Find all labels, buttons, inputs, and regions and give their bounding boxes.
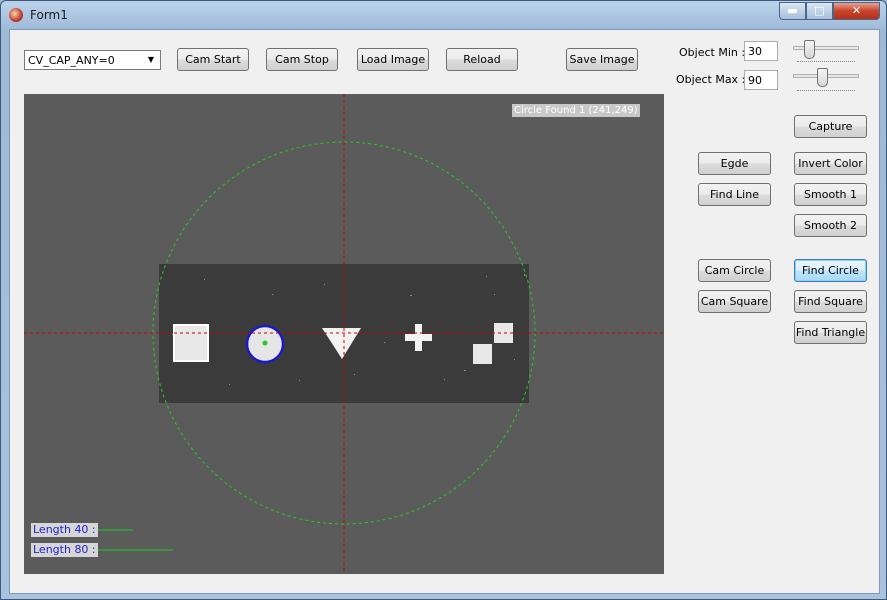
find-triangle-button[interactable]: Find Triangle: [794, 321, 867, 344]
image-view[interactable]: Circle Found 1 (241,249) Length 40 : Len…: [24, 94, 664, 574]
circle-found-status: Circle Found 1 (241,249): [512, 104, 640, 117]
cam-start-button[interactable]: Cam Start: [177, 48, 249, 71]
object-max-slider-thumb[interactable]: [817, 68, 828, 87]
capture-button[interactable]: Capture: [794, 115, 867, 138]
find-square-button[interactable]: Find Square: [794, 290, 867, 313]
length40-label: Length 40 :: [31, 523, 98, 537]
smooth1-button[interactable]: Smooth 1: [794, 183, 867, 206]
object-min-slider-track[interactable]: [793, 46, 859, 50]
minimize-button[interactable]: ▬: [779, 2, 806, 20]
image-canvas: [24, 94, 664, 574]
find-line-button[interactable]: Find Line: [698, 183, 771, 206]
object-min-label: Object Min :: [679, 46, 746, 59]
small-square-bottom: [473, 344, 492, 364]
maximize-icon: □: [814, 4, 825, 17]
object-min-input[interactable]: 30: [744, 41, 778, 61]
smooth2-button[interactable]: Smooth 2: [794, 214, 867, 237]
edge-button[interactable]: Egde: [698, 152, 771, 175]
load-image-button[interactable]: Load Image: [357, 48, 429, 71]
object-max-input[interactable]: 90: [744, 70, 778, 90]
window-title: Form1: [30, 8, 68, 22]
cam-square-button[interactable]: Cam Square: [698, 290, 771, 313]
object-min-slider-thumb[interactable]: [804, 40, 815, 59]
object-max-slider-ticks: [797, 90, 855, 94]
reload-button[interactable]: Reload: [446, 48, 518, 71]
cam-stop-button[interactable]: Cam Stop: [266, 48, 338, 71]
find-circle-button[interactable]: Find Circle: [794, 259, 867, 282]
maximize-button[interactable]: □: [806, 2, 833, 20]
chevron-down-icon[interactable]: ▼: [144, 52, 158, 68]
invert-color-button[interactable]: Invert Color: [794, 152, 867, 175]
square-shape: [173, 324, 209, 362]
camera-select[interactable]: CV_CAP_ANY=0 ▼: [24, 50, 161, 70]
close-icon: ✕: [851, 4, 862, 17]
circle-center-dot: [262, 340, 268, 346]
title-bar[interactable]: Form1 ▬ □ ✕: [1, 1, 886, 29]
save-image-button[interactable]: Save Image: [566, 48, 638, 71]
app-icon[interactable]: [9, 8, 23, 22]
length80-label: Length 80 :: [31, 543, 98, 557]
camera-select-value: CV_CAP_ANY=0: [28, 54, 115, 67]
close-button[interactable]: ✕: [833, 2, 880, 20]
cam-circle-button[interactable]: Cam Circle: [698, 259, 771, 282]
object-min-slider-ticks: [797, 61, 855, 65]
minimize-icon: ▬: [787, 4, 798, 17]
object-max-label: Object Max :: [676, 73, 746, 86]
